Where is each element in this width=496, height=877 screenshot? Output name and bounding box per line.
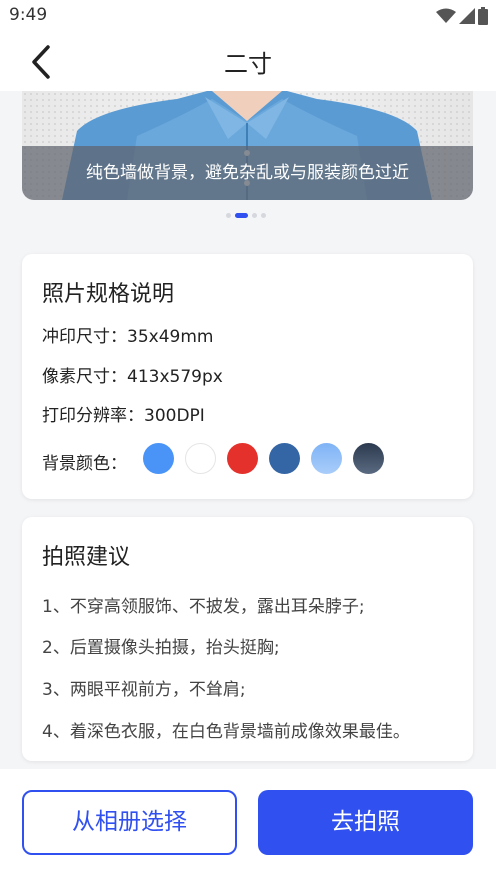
color-swatch-dark-blue — [269, 443, 300, 474]
wifi-icon — [436, 8, 456, 23]
page-title: 二寸 — [224, 50, 272, 78]
status-icons — [436, 7, 488, 25]
carousel-dot — [226, 213, 231, 218]
carousel-dot — [261, 213, 266, 218]
color-swatch-slate-gradient — [353, 443, 384, 474]
status-bar: 9:49 — [0, 0, 496, 30]
print-resolution: 打印分辨率：300DPI — [42, 406, 205, 426]
tips-card-title: 拍照建议 — [42, 545, 131, 570]
carousel-indicator — [226, 213, 266, 218]
color-swatch-light-blue-gradient — [311, 443, 342, 474]
pixel-size: 像素尺寸：413x579px — [42, 367, 223, 387]
tip-item: 3、两眼平视前方，不耸肩; — [42, 680, 246, 700]
tip-item: 4、着深色衣服，在白色背景墙前成像效果最佳。 — [42, 722, 410, 742]
print-size: 冲印尺寸：35x49mm — [42, 327, 214, 347]
example-photo-banner[interactable]: 纯色墙做背景，避免杂乱或与服装颜色过近 — [22, 91, 473, 200]
spec-card: 照片规格说明 冲印尺寸：35x49mm 像素尺寸：413x579px 打印分辨率… — [22, 254, 473, 499]
carousel-dot — [252, 213, 257, 218]
choose-from-album-button[interactable]: 从相册选择 — [22, 790, 237, 855]
bottom-action-bar: 从相册选择 去拍照 — [0, 769, 496, 877]
color-swatch-blue — [143, 443, 174, 474]
status-time: 9:49 — [9, 5, 48, 25]
banner-caption: 纯色墙做背景，避免杂乱或与服装颜色过近 — [22, 146, 473, 200]
signal-icon — [459, 8, 475, 24]
color-swatch-white — [185, 443, 216, 474]
background-color-label: 背景颜色： — [42, 454, 127, 474]
tips-card: 拍照建议 1、不穿高领服饰、不披发，露出耳朵脖子; 2、后置摄像头拍摄，抬头挺胸… — [22, 517, 473, 761]
background-color-swatches — [143, 443, 384, 474]
tip-item: 2、后置摄像头拍摄，抬头挺胸; — [42, 638, 280, 658]
carousel-dot-active — [235, 213, 248, 218]
battery-icon — [478, 7, 488, 25]
color-swatch-red — [227, 443, 258, 474]
nav-bar: 二寸 — [0, 30, 496, 91]
tip-item: 1、不穿高领服饰、不披发，露出耳朵脖子; — [42, 597, 365, 617]
spec-card-title: 照片规格说明 — [42, 282, 175, 307]
take-photo-button[interactable]: 去拍照 — [258, 790, 473, 855]
